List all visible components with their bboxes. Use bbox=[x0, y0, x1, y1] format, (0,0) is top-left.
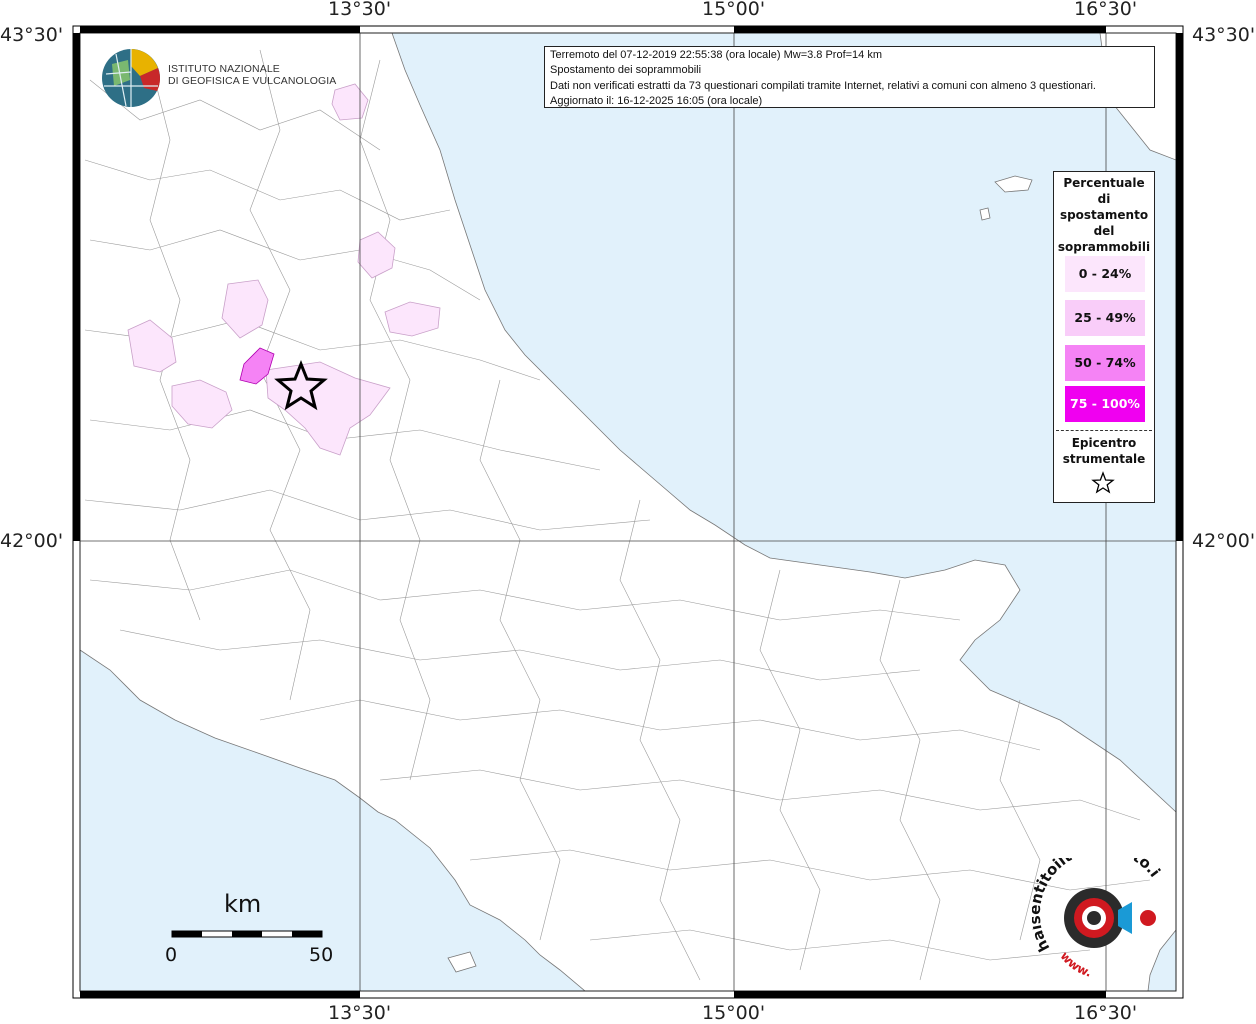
event-info-box: Terremoto del 07-12-2019 22:55:38 (ora l… bbox=[544, 46, 1155, 108]
haisentito-www: www. bbox=[1057, 949, 1093, 978]
map-subject: Spostamento dei soprammobili bbox=[550, 64, 702, 77]
legend-title-line: di bbox=[1097, 192, 1111, 206]
lat-label-4330-left: 43°30' bbox=[0, 24, 64, 46]
scale-unit: km bbox=[224, 890, 262, 918]
legend-epicenter-label: Epicentro strumentale bbox=[1054, 435, 1154, 467]
scale-end: 50 bbox=[309, 944, 334, 966]
legend-title-line: Percentuale bbox=[1063, 176, 1145, 190]
lon-label-1500-bottom: 15°00' bbox=[702, 1002, 766, 1024]
lat-label-4200-left: 42°00' bbox=[0, 530, 64, 552]
legend-epicenter-line: strumentale bbox=[1062, 452, 1146, 466]
ingv-line-1: ISTITUTO NAZIONALE bbox=[168, 63, 280, 75]
lon-label-1630-bottom: 16°30' bbox=[1074, 1002, 1138, 1024]
ingv-logo: ISTITUTO NAZIONALE DI GEOFISICA E VULCAN… bbox=[100, 46, 336, 110]
legend: Percentuale di spostamento del soprammob… bbox=[1053, 171, 1155, 503]
legend-epicenter-line: Epicentro bbox=[1071, 436, 1137, 450]
lon-label-1500-top: 15°00' bbox=[702, 0, 766, 20]
legend-item-0-24: 0 - 24% bbox=[1065, 256, 1145, 292]
scale-start: 0 bbox=[165, 944, 178, 966]
haisentito-logo: haisentitoilterremoto.it www. bbox=[1032, 858, 1164, 978]
legend-separator bbox=[1056, 430, 1152, 431]
star-icon bbox=[1091, 471, 1115, 494]
island bbox=[979, 207, 991, 221]
legend-title-line: spostamento bbox=[1059, 208, 1149, 222]
lon-label-1330-bottom: 13°30' bbox=[328, 1002, 392, 1024]
globe-icon bbox=[102, 49, 160, 107]
legend-title-line: soprammobili bbox=[1057, 240, 1151, 254]
legend-item-50-74: 50 - 74% bbox=[1065, 345, 1145, 381]
legend-title: Percentuale di spostamento del soprammob… bbox=[1054, 172, 1154, 255]
update-time: Aggiornato il: 16-12-2025 16:05 (ora loc… bbox=[550, 95, 763, 108]
event-title: Terremoto del 07-12-2019 22:55:38 (ora l… bbox=[550, 49, 883, 61]
legend-item-25-49: 25 - 49% bbox=[1065, 300, 1145, 336]
lat-label-4200-right: 42°00' bbox=[1192, 530, 1256, 552]
lon-label-1630-top: 16°30' bbox=[1074, 0, 1138, 20]
lon-label-1330-top: 13°30' bbox=[328, 0, 392, 20]
legend-title-line: del bbox=[1093, 224, 1115, 238]
lat-label-4330-right: 43°30' bbox=[1192, 24, 1256, 46]
legend-item-75-100: 75 - 100% bbox=[1065, 386, 1145, 422]
data-note: Dati non verificati estratti da 73 quest… bbox=[550, 79, 1096, 92]
scale-bar bbox=[171, 930, 323, 938]
ingv-line-2: DI GEOFISICA E VULCANOLOGIA bbox=[168, 75, 337, 87]
